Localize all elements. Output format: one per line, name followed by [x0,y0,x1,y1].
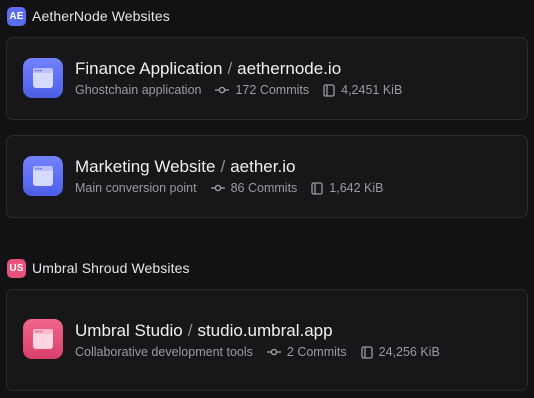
site-name: Umbral Studio [75,321,183,340]
title-separator: / [187,321,193,340]
title-separator: / [220,157,226,176]
site-card-finance-application[interactable]: Finance Application / aethernode.io Ghostc… [6,37,528,120]
org-badge: AE [7,6,26,26]
browser-window-icon [23,156,63,196]
browser-window-icon [23,319,63,359]
site-card-marketing-website[interactable]: Marketing Website / aether.io Main convers… [6,135,528,218]
commit-count-label: 86 Commits [230,181,298,195]
commit-count: 2 Commits [266,345,347,359]
git-commit-icon [266,348,281,356]
browser-window-icon [23,58,63,98]
site-description: Main conversion point [75,181,197,195]
git-commit-icon [210,184,225,192]
commit-count: 172 Commits [215,83,309,97]
site-title[interactable]: Marketing Website / aether.io [75,157,295,177]
org-header-aethernode: AE AetherNode Websites [7,6,170,26]
site-title[interactable]: Finance Application / aethernode.io [75,59,341,79]
site-domain: aether.io [230,157,296,176]
commit-count: 86 Commits [210,181,298,195]
org-badge: US [7,258,26,278]
title-separator: / [227,59,233,78]
book-icon [360,345,373,359]
org-name: AetherNode Websites [32,8,170,24]
site-domain: aethernode.io [237,59,342,78]
site-domain: studio.umbral.app [197,321,333,340]
org-name: Umbral Shroud Websites [32,260,190,276]
book-icon [323,83,335,97]
site-meta: Ghostchain application 172 Commits 4,245… [75,83,402,97]
site-name: Finance Application [75,59,223,78]
storage-size-label: 1,642 KiB [329,181,384,195]
site-card-umbral-studio[interactable]: Umbral Studio / studio.umbral.app Collabor… [6,289,528,391]
site-meta: Main conversion point 86 Commits 1,642 K… [75,181,384,195]
storage-size: 1,642 KiB [311,181,384,195]
site-title[interactable]: Umbral Studio / studio.umbral.app [75,321,333,341]
org-header-umbral-shroud: US Umbral Shroud Websites [7,258,190,278]
storage-size-label: 4,2451 KiB [341,83,403,97]
book-icon [311,181,323,195]
site-name: Marketing Website [75,157,216,176]
git-commit-icon [215,86,230,94]
storage-size: 4,2451 KiB [323,83,402,97]
storage-size-label: 24,256 KiB [378,345,440,359]
storage-size: 24,256 KiB [360,345,440,359]
site-description: Collaborative development tools [75,345,253,359]
site-description: Ghostchain application [75,83,202,97]
commit-count-label: 2 Commits [286,345,347,359]
commit-count-label: 172 Commits [235,83,310,97]
site-meta: Collaborative development tools 2 Commit… [75,345,440,359]
